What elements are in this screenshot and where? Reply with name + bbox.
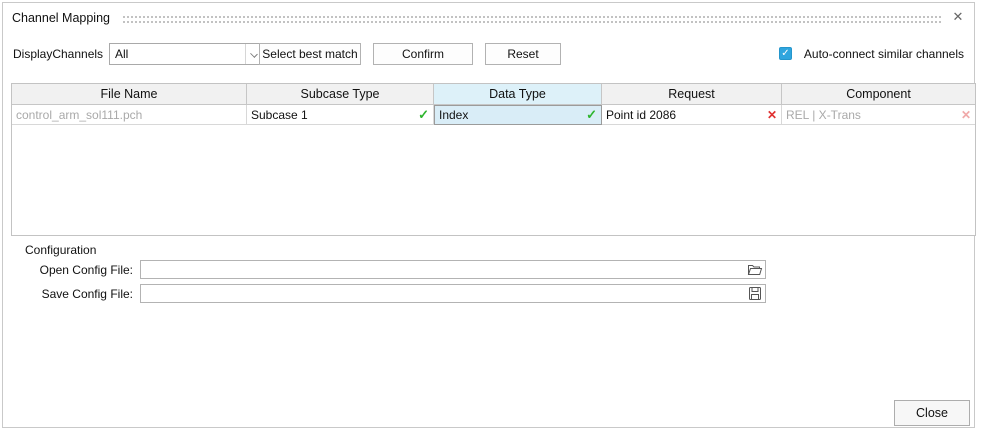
save-floppy-icon[interactable] [747, 286, 763, 301]
open-config-file-input[interactable] [143, 261, 745, 278]
check-icon: ✓ [586, 107, 597, 123]
auto-connect-checkbox[interactable]: ✓ [779, 47, 792, 60]
open-config-file-label: Open Config File: [28, 263, 133, 277]
check-icon: ✓ [418, 107, 429, 123]
channel-mapping-table: File Name Subcase Type Data Type Request… [11, 83, 976, 236]
cell-subcase-type[interactable]: Subcase 1 ✓ [247, 105, 434, 125]
cross-icon: ✕ [767, 108, 777, 122]
cell-file-name[interactable]: control_arm_sol111.pch [12, 105, 247, 125]
reset-button[interactable]: Reset [485, 43, 561, 65]
auto-connect-label: Auto-connect similar channels [804, 47, 964, 61]
toolbar: DisplayChannels All Select best match Co… [13, 43, 964, 65]
column-header-request[interactable]: Request [602, 84, 782, 104]
display-channels-value: All [115, 47, 128, 61]
cell-component[interactable]: REL | X-Trans ✕ [782, 105, 975, 125]
display-channels-select[interactable]: All [109, 43, 263, 65]
component-value: REL | X-Trans [786, 108, 861, 122]
channel-mapping-dialog: Channel Mapping ✕ DisplayChannels All Se… [2, 2, 975, 428]
open-config-file-field [140, 260, 766, 279]
drag-handle-dots[interactable] [123, 16, 942, 23]
dialog-titlebar[interactable]: Channel Mapping ✕ [3, 3, 974, 33]
column-header-subcase-type[interactable]: Subcase Type [247, 84, 434, 104]
configuration-section-label: Configuration [25, 243, 96, 257]
data-type-value: Index [439, 108, 468, 122]
cell-data-type[interactable]: Index ✓ [434, 105, 602, 125]
save-config-file-field [140, 284, 766, 303]
table-header-row: File Name Subcase Type Data Type Request… [12, 84, 975, 105]
dialog-title: Channel Mapping [12, 11, 110, 25]
confirm-button[interactable]: Confirm [373, 43, 473, 65]
display-channels-label: DisplayChannels [13, 47, 103, 61]
select-best-match-button[interactable]: Select best match [259, 43, 361, 65]
open-folder-icon[interactable] [747, 262, 763, 277]
cross-icon: ✕ [961, 108, 971, 122]
cell-request[interactable]: Point id 2086 ✕ [602, 105, 782, 125]
save-config-file-label: Save Config File: [28, 287, 133, 301]
chevron-down-icon [250, 50, 258, 58]
subcase-type-value: Subcase 1 [251, 108, 308, 122]
request-value: Point id 2086 [606, 108, 676, 122]
column-header-data-type[interactable]: Data Type [434, 84, 602, 104]
column-header-component[interactable]: Component [782, 84, 975, 104]
column-header-file-name[interactable]: File Name [12, 84, 247, 104]
file-name-value: control_arm_sol111.pch [16, 108, 142, 122]
close-icon[interactable]: ✕ [949, 8, 967, 26]
table-row: control_arm_sol111.pch Subcase 1 ✓ Index… [12, 105, 975, 125]
close-button[interactable]: Close [894, 400, 970, 426]
save-config-file-input[interactable] [143, 285, 745, 302]
